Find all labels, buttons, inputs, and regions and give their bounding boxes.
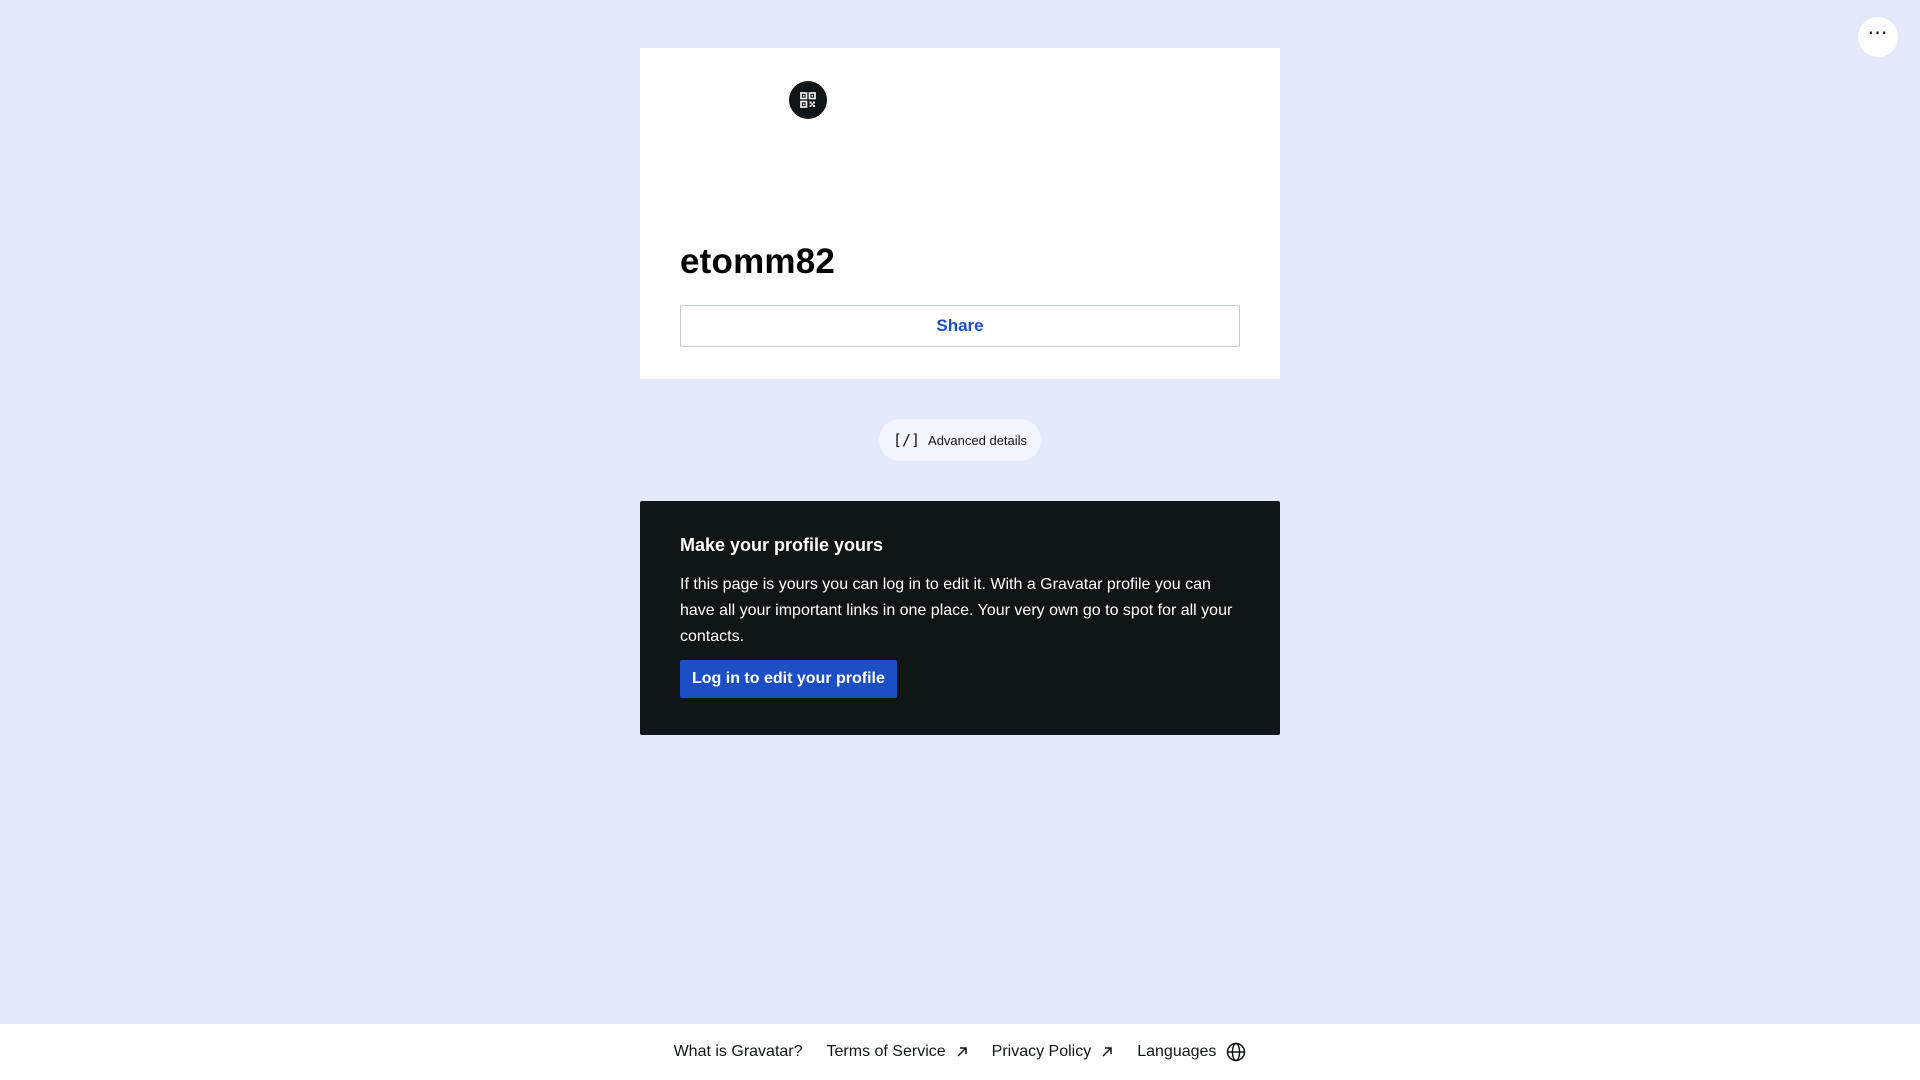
globe-icon (1226, 1042, 1246, 1062)
more-options-button[interactable]: ⋯ (1858, 17, 1898, 57)
external-arrow-icon (956, 1046, 968, 1058)
profile-card: etomm82 Share (640, 48, 1280, 379)
footer-link-languages[interactable]: Languages (1137, 1042, 1246, 1062)
promo-text: If this page is yours you can log in to … (680, 576, 1233, 645)
claim-profile-card: Make your profile yours If this page is … (640, 501, 1280, 735)
footer-link-what-is-gravatar[interactable]: What is Gravatar? (674, 1043, 803, 1061)
footer: What is Gravatar? Terms of Service Priva… (0, 1024, 1920, 1080)
footer-link-label: Terms of Service (826, 1043, 946, 1060)
promo-title: Make your profile yours (680, 535, 884, 555)
share-button[interactable]: Share (680, 305, 1240, 347)
advanced-details-button[interactable]: [/] Advanced details (879, 419, 1041, 461)
profile-display-name: etomm82 (680, 242, 836, 281)
qr-code-button[interactable] (789, 81, 827, 119)
advanced-details-label: Advanced details (928, 432, 1028, 448)
footer-link-label: Languages (1137, 1043, 1217, 1060)
external-arrow-icon (1101, 1046, 1113, 1058)
login-to-edit-button[interactable]: Log in to edit your profile (680, 660, 897, 698)
ellipsis-icon: ⋯ (1867, 22, 1889, 44)
footer-link-label: Privacy Policy (991, 1043, 1092, 1060)
footer-link-label: What is Gravatar? (673, 1043, 803, 1060)
footer-link-privacy-policy[interactable]: Privacy Policy (992, 1043, 1114, 1061)
qr-code-icon (800, 92, 816, 108)
footer-link-terms-of-service[interactable]: Terms of Service (827, 1043, 968, 1061)
code-brackets-icon: [/] (892, 431, 921, 449)
